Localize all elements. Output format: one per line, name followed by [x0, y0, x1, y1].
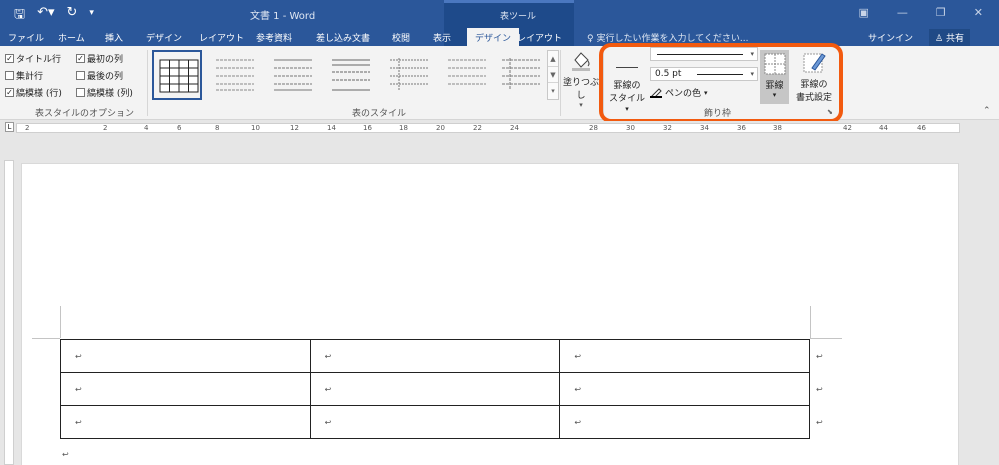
tab-home[interactable]: ホーム [58, 31, 85, 44]
table-cell[interactable]: ↩ [309, 339, 561, 373]
window-controls: ▣ — ❐ ✕ [859, 6, 984, 19]
save-icon[interactable]: 🖫 [14, 5, 25, 27]
close-icon[interactable]: ✕ [974, 6, 983, 19]
table-style-light-1[interactable] [210, 50, 260, 100]
ribbon-tabs: ファイル ホーム 挿入 デザイン レイアウト 参考資料 差し込み文書 校閲 表示… [0, 28, 999, 46]
tab-insert[interactable]: 挿入 [105, 31, 123, 44]
checkbox-header-row[interactable]: ✓ タイトル行 [5, 52, 61, 65]
shading-button[interactable]: 塗りつぶし ▾ [562, 50, 600, 109]
tab-table-design[interactable]: デザイン [467, 28, 520, 46]
table-styles-gallery [152, 50, 546, 100]
table-style-light-6[interactable] [496, 50, 546, 100]
tab-design[interactable]: デザイン [146, 31, 182, 44]
table-row: ↩ ↩ ↩ [60, 405, 810, 439]
table-cell[interactable]: ↩ [60, 339, 311, 373]
tab-review[interactable]: 校閲 [392, 31, 410, 44]
ribbon: ✓ タイトル行 ✓ 最初の列 集計行 最後の列 ✓ 縞模様 (行) 縞模様 (列) 表… [0, 46, 999, 120]
restore-icon[interactable]: ❐ [936, 6, 946, 19]
checkbox-checked-icon: ✓ [5, 88, 14, 97]
undo-icon[interactable]: ↶▾ [37, 5, 54, 27]
gallery-up-icon[interactable]: ▲ [548, 51, 558, 67]
table-style-light-2[interactable] [268, 50, 318, 100]
group-label-table-styles: 表のスタイル [352, 109, 407, 119]
tab-table-layout[interactable]: レイアウト [517, 31, 562, 44]
table-tools-label: 表ツール [500, 12, 537, 22]
table-cell[interactable]: ↩ [309, 372, 561, 406]
checkbox-banded-columns[interactable]: 縞模様 (列) [76, 86, 133, 99]
tab-selector-icon[interactable]: L [5, 122, 14, 132]
checkbox-empty-icon [76, 88, 85, 97]
row-end-mark: ↩ [816, 352, 823, 361]
vertical-ruler [4, 160, 14, 465]
group-label-style-options: 表スタイルのオプション [35, 109, 135, 119]
document-page[interactable]: ↩ ↩ ↩ ↩ ↩ ↩ ↩ ↩ ↩ ↩ ↩ ↩ ↩ [21, 163, 959, 465]
table-cell[interactable]: ↩ [309, 405, 561, 439]
gallery-scroll[interactable]: ▲ ▼ ▾ [547, 50, 559, 100]
checkbox-first-column[interactable]: ✓ 最初の列 [76, 52, 123, 65]
annotation-highlight [599, 43, 843, 123]
share-label: 共有 [945, 34, 964, 44]
document-table[interactable]: ↩ ↩ ↩ ↩ ↩ ↩ ↩ ↩ ↩ [60, 339, 810, 439]
row-end-mark: ↩ [816, 385, 823, 394]
table-row: ↩ ↩ ↩ [60, 339, 810, 373]
table-cell[interactable]: ↩ [559, 405, 810, 439]
sign-in-link[interactable]: サインイン [868, 31, 913, 44]
collapse-ribbon-icon[interactable]: ⌃ [983, 106, 991, 116]
table-style-plain-grid[interactable] [152, 50, 202, 100]
tab-file[interactable]: ファイル [8, 31, 44, 44]
customize-qat-icon[interactable]: ▾ [89, 8, 94, 27]
document-title: 文書 1 - Word [250, 11, 316, 22]
ribbon-display-options-icon[interactable]: ▣ [859, 6, 869, 19]
gallery-more-icon[interactable]: ▾ [548, 83, 558, 99]
paint-bucket-icon [572, 52, 590, 71]
table-row: ↩ ↩ ↩ [60, 372, 810, 406]
table-cell[interactable]: ↩ [60, 372, 311, 406]
checkbox-empty-icon [5, 71, 14, 80]
table-style-light-3[interactable] [326, 50, 376, 100]
checkbox-total-row[interactable]: 集計行 [5, 69, 43, 82]
checkbox-last-column[interactable]: 最後の列 [76, 69, 123, 82]
tab-layout[interactable]: レイアウト [199, 31, 244, 44]
checkbox-banded-rows[interactable]: ✓ 縞模様 (行) [5, 86, 62, 99]
share-button[interactable]: ♙ 共有 [929, 29, 970, 46]
row-end-mark: ↩ [816, 418, 823, 427]
quick-access-toolbar: 🖫 ↶▾ ↻ ▾ [14, 5, 94, 27]
checkbox-checked-icon: ✓ [76, 54, 85, 63]
tab-references[interactable]: 参考資料 [256, 31, 292, 44]
checkbox-empty-icon [76, 71, 85, 80]
ruler-strip: 2 2 4 6 8 10 12 14 16 18 20 22 24 28 30 … [16, 123, 960, 133]
table-cell[interactable]: ↩ [559, 372, 810, 406]
horizontal-ruler: L 2 2 4 6 8 10 12 14 16 18 20 22 24 28 3… [0, 121, 999, 135]
checkbox-checked-icon: ✓ [5, 54, 14, 63]
table-style-light-5[interactable] [442, 50, 492, 100]
redo-icon[interactable]: ↻ [67, 5, 78, 27]
paragraph-mark: ↩ [62, 450, 69, 459]
table-cell[interactable]: ↩ [559, 339, 810, 373]
chevron-down-icon: ▾ [579, 101, 583, 109]
person-icon: ♙ [935, 34, 946, 44]
shading-label: 塗りつぶし [562, 78, 600, 101]
tab-mailings[interactable]: 差し込み文書 [316, 31, 370, 44]
minimize-icon[interactable]: — [897, 6, 908, 19]
gallery-down-icon[interactable]: ▼ [548, 67, 558, 83]
table-cell[interactable]: ↩ [60, 405, 311, 439]
table-style-light-4[interactable] [384, 50, 434, 100]
title-bar: 🖫 ↶▾ ↻ ▾ 文書 1 - Word 表ツール ▣ — ❐ ✕ [0, 0, 999, 28]
tab-view[interactable]: 表示 [433, 31, 451, 44]
